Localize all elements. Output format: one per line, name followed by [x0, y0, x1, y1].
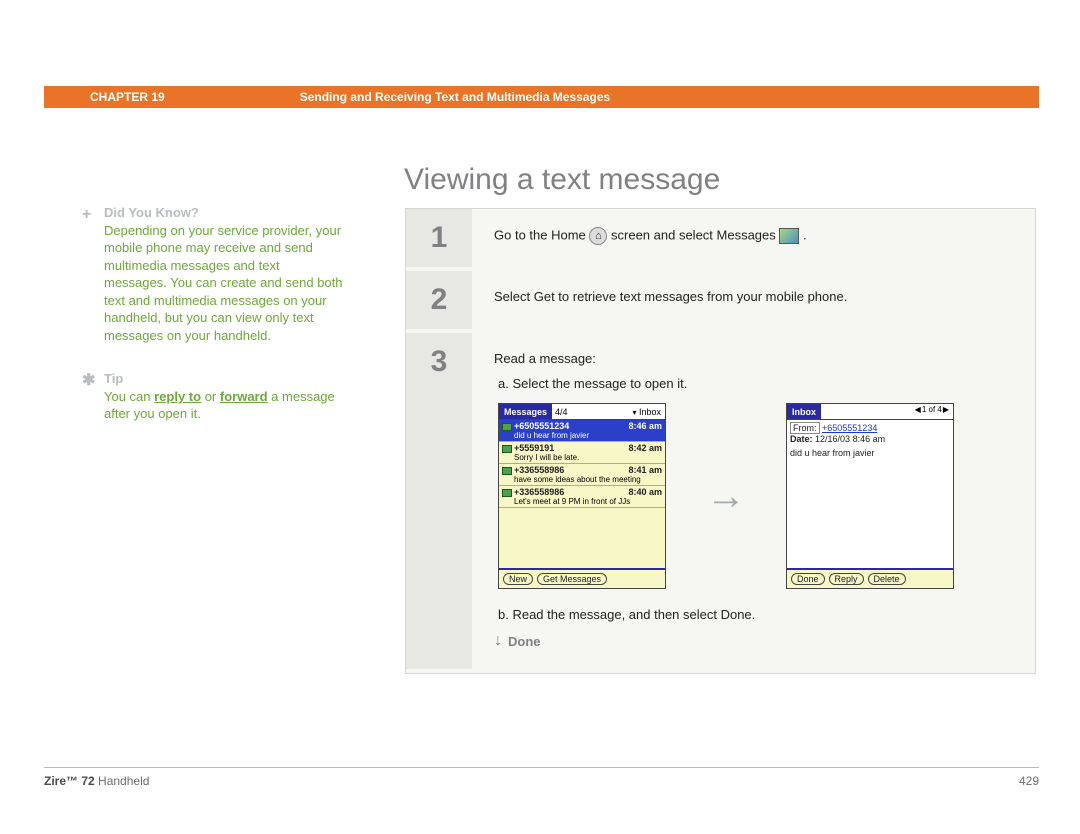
message-body-text: did u hear from javier: [790, 448, 950, 458]
message-item-1[interactable]: +65055512348:46 am did u hear from javie…: [499, 420, 665, 442]
chapter-header-bar: CHAPTER 19 Sending and Receiving Text an…: [44, 86, 1039, 108]
sidebar: + Did You Know? Depending on your servic…: [104, 204, 344, 449]
screen1-list: +65055512348:46 am did u hear from javie…: [499, 420, 665, 568]
message-item-4[interactable]: +3365589868:40 am Let's meet at 9 PM in …: [499, 486, 665, 508]
screen2-header: Inbox ◀ 1 of 4 ▶: [787, 404, 953, 420]
did-you-know-heading: + Did You Know?: [104, 204, 344, 222]
reply-button[interactable]: Reply: [829, 573, 864, 585]
mail-icon: [502, 445, 512, 453]
step-2: 2 Select Get to retrieve text messages f…: [406, 271, 1035, 333]
step-3-body: Read a message: a. Select the message to…: [472, 333, 1035, 673]
screen1-footer: New Get Messages: [499, 568, 665, 588]
arrow-right-icon: →: [706, 474, 746, 519]
mail-icon: [502, 467, 512, 475]
messages-icon: [779, 228, 799, 244]
screen1-header: Messages 4/4 ▾ Inbox: [499, 404, 665, 420]
tip-heading: ✱ Tip: [104, 370, 344, 388]
did-you-know-label: Did You Know?: [104, 205, 199, 220]
get-messages-button[interactable]: Get Messages: [537, 573, 607, 585]
chapter-label: CHAPTER 19: [90, 90, 165, 104]
screen2-footer: Done Reply Delete: [787, 568, 953, 588]
done-indicator: ↓ Done: [494, 632, 1013, 650]
footer-product: Zire™ 72 Handheld: [44, 774, 149, 788]
step-1-pre: Go to the Home: [494, 227, 589, 242]
date-value: 12/16/03 8:46 am: [815, 434, 885, 444]
steps-container: 1 Go to the Home ⌂ screen and select Mes…: [405, 208, 1036, 674]
screen1-tab: Messages: [499, 404, 552, 419]
step-1: 1 Go to the Home ⌂ screen and select Mes…: [406, 209, 1035, 271]
footer-page-number: 429: [1019, 774, 1039, 788]
asterisk-icon: ✱: [82, 370, 95, 392]
done-button[interactable]: Done: [791, 573, 825, 585]
step-3-a: a. Select the message to open it.: [498, 376, 1013, 391]
step-2-number: 2: [406, 271, 472, 333]
step-3-intro: Read a message:: [494, 351, 1013, 366]
step-3-b: b. Read the message, and then select Don…: [498, 607, 1013, 622]
step-1-post: .: [803, 227, 807, 242]
tip-pre: You can: [104, 389, 154, 404]
done-label: Done: [508, 634, 541, 649]
message-item-2[interactable]: +55591918:42 am Sorry I will be late.: [499, 442, 665, 464]
did-you-know-block: + Did You Know? Depending on your servic…: [104, 204, 344, 344]
mail-icon: [502, 489, 512, 497]
new-button[interactable]: New: [503, 573, 533, 585]
step-2-body: Select Get to retrieve text messages fro…: [472, 271, 1035, 333]
screen2-pager: ◀ 1 of 4 ▶: [915, 405, 949, 414]
home-icon: ⌂: [589, 227, 607, 245]
messages-list-screen: Messages 4/4 ▾ Inbox +65055512348:46 am …: [498, 403, 666, 589]
screen2-body: From: +6505551234 Date: 12/16/03 8:46 am…: [787, 420, 953, 568]
tip-text: You can reply to or forward a message af…: [104, 388, 344, 423]
step-3: 3 Read a message: a. Select the message …: [406, 333, 1035, 673]
done-arrow-icon: ↓: [494, 632, 502, 650]
screen2-tab: Inbox: [787, 404, 821, 419]
from-link[interactable]: +6505551234: [822, 423, 877, 433]
page-footer: Zire™ 72 Handheld 429: [44, 767, 1039, 788]
message-item-3[interactable]: +3365589868:41 am have some ideas about …: [499, 464, 665, 486]
screen1-count: 4/4: [555, 407, 568, 417]
step-1-number: 1: [406, 209, 472, 271]
from-label: From:: [790, 422, 820, 434]
step-1-body: Go to the Home ⌂ screen and select Messa…: [472, 209, 1035, 271]
chapter-title: Sending and Receiving Text and Multimedi…: [300, 90, 611, 104]
date-label: Date:: [790, 434, 813, 444]
delete-button[interactable]: Delete: [868, 573, 906, 585]
page-title: Viewing a text message: [404, 163, 720, 197]
message-detail-screen: Inbox ◀ 1 of 4 ▶ From: +6505551234 Date:…: [786, 403, 954, 589]
reply-to-link[interactable]: reply to: [154, 389, 201, 404]
screen1-inbox: ▾ Inbox: [632, 407, 661, 417]
forward-link[interactable]: forward: [220, 389, 268, 404]
mail-icon: [502, 423, 512, 431]
step-1-mid: screen and select Messages: [611, 227, 779, 242]
screenshots-row: Messages 4/4 ▾ Inbox +65055512348:46 am …: [498, 403, 1013, 589]
tip-mid: or: [201, 389, 220, 404]
tip-block: ✱ Tip You can reply to or forward a mess…: [104, 370, 344, 423]
plus-icon: +: [82, 204, 91, 226]
tip-label: Tip: [104, 371, 123, 386]
did-you-know-text: Depending on your service provider, your…: [104, 222, 344, 345]
step-3-number: 3: [406, 333, 472, 673]
